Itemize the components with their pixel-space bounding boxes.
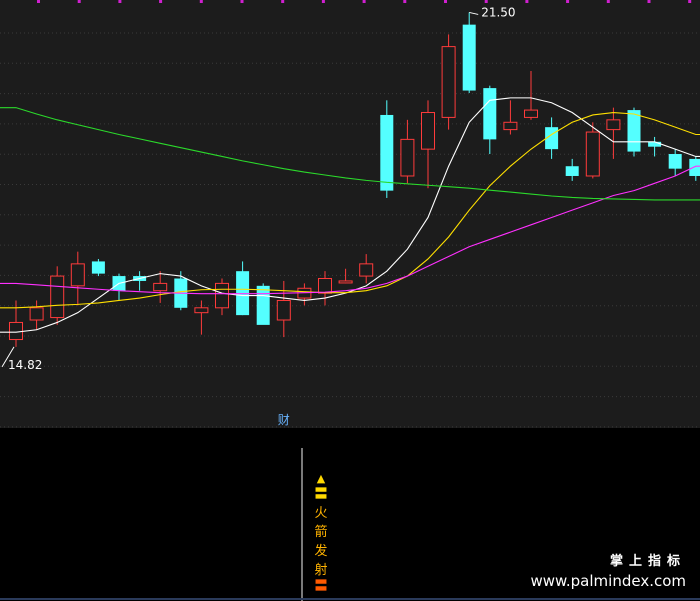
signal-bottom-bar: 〓: [314, 579, 328, 594]
top-tick-mark: [240, 0, 244, 3]
candle-body-up: [153, 282, 168, 292]
candle-body-down: [627, 110, 641, 152]
candle-body-up: [318, 278, 332, 294]
candle-body-up: [9, 321, 23, 341]
high-price-label: 21.50: [481, 5, 515, 19]
main-chart-panel: 21.50 14.82 财: [0, 0, 700, 428]
signal-char-2: 箭: [314, 525, 328, 540]
top-tick-mark: [566, 0, 570, 3]
candle-body-up: [50, 275, 65, 319]
candle-body-up: [503, 121, 518, 131]
watermark-title: 掌上指标: [609, 554, 686, 569]
candle-body-up: [194, 307, 209, 314]
rocket-signal: ▲ 〓 火 箭 发 射 〓: [306, 472, 336, 594]
candle-body-up: [606, 119, 621, 131]
top-tick-mark: [444, 0, 447, 3]
candle-body-down: [483, 88, 497, 140]
candle-body-down: [380, 114, 394, 191]
top-tick-mark: [403, 0, 407, 3]
top-tick-mark: [484, 0, 488, 3]
candle-body-up: [70, 263, 85, 287]
top-tick-mark: [281, 0, 285, 3]
candle-body-down: [256, 285, 270, 325]
top-tick-mark: [199, 0, 203, 3]
candle-body-down: [462, 24, 476, 91]
panel-bottom-line: [0, 598, 700, 600]
event-marker-label: 财: [278, 413, 290, 427]
signal-arrow-icon: ▲: [316, 472, 326, 485]
candle-body-down: [91, 261, 105, 274]
candle-body-up: [29, 307, 44, 321]
signal-char-1: 火: [314, 506, 328, 521]
top-tick-mark: [37, 0, 40, 3]
candle-body-up: [524, 109, 538, 118]
candle-body-up: [585, 131, 600, 177]
top-tick-mark: [688, 0, 692, 3]
moving-average-line: [0, 165, 700, 295]
top-tick-mark: [647, 0, 651, 3]
candle-body-up: [276, 299, 291, 321]
candle-body-down: [668, 154, 682, 169]
candlestick-chart: 21.50 14.82 财: [0, 0, 700, 428]
signal-bar: 〓: [314, 487, 328, 502]
high-pointer: [469, 11, 479, 15]
top-tick-mark: [606, 0, 610, 3]
watermark-url: www.palmindex.com: [530, 572, 686, 590]
candle-body-up: [421, 112, 435, 150]
watermark: 掌上指标 www.palmindex.com: [530, 553, 686, 591]
signal-divider-line: [301, 448, 303, 601]
candle-body-down: [648, 141, 662, 147]
candle-body-up: [215, 282, 229, 309]
top-tick-mark: [159, 0, 163, 3]
signal-char-3: 发: [314, 544, 328, 559]
top-tick-mark: [77, 0, 81, 3]
signal-char-4: 射: [314, 563, 328, 578]
low-price-label: 14.82: [8, 358, 42, 372]
top-tick-mark: [525, 0, 529, 3]
top-tick-mark: [362, 0, 366, 3]
candle-body-up: [400, 138, 415, 177]
candle-body-up: [441, 46, 456, 118]
candle-body-down: [689, 158, 700, 176]
candle-body-up: [338, 280, 353, 284]
candle-body-up: [359, 263, 374, 277]
top-tick-mark: [118, 0, 122, 3]
candle-body-down: [565, 166, 579, 176]
top-tick-mark: [321, 0, 325, 3]
